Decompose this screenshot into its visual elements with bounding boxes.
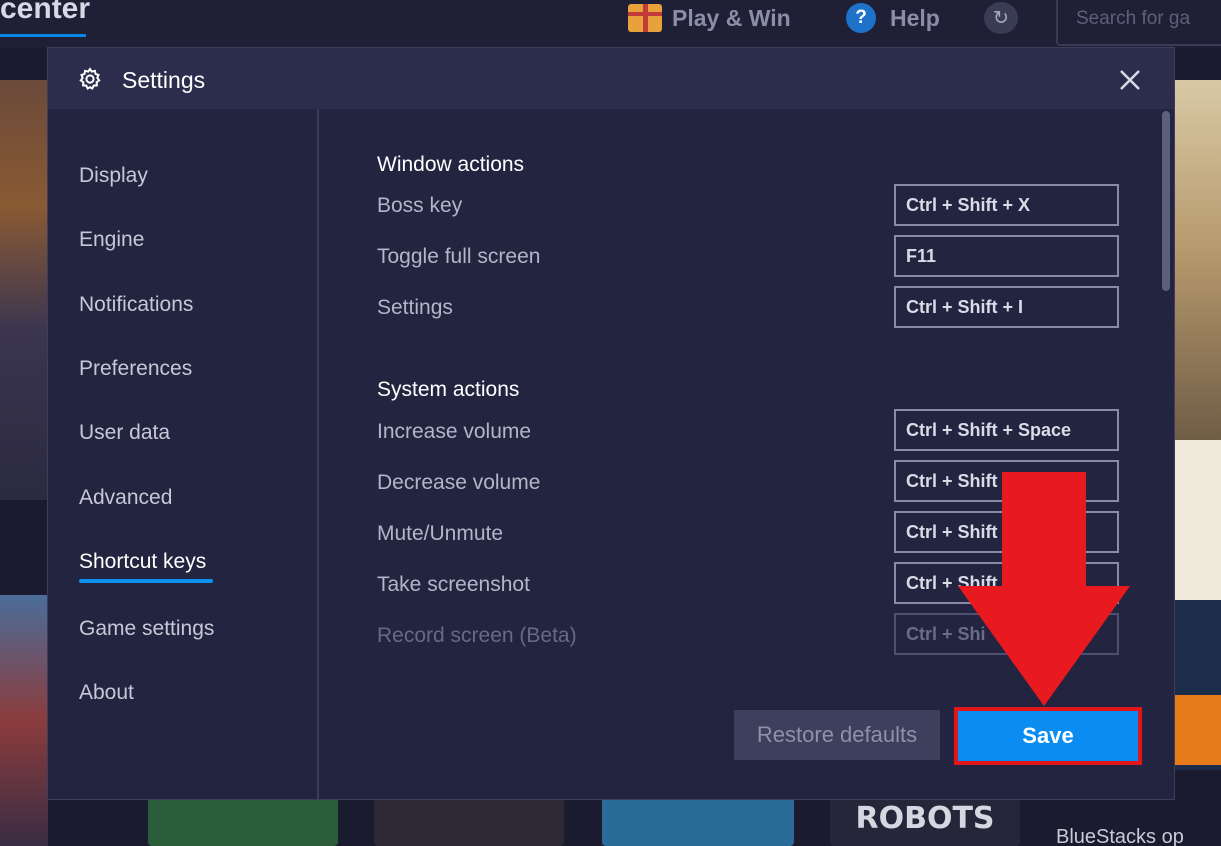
sidebar-item-advanced[interactable]: Advanced xyxy=(79,486,172,510)
top-badge-right xyxy=(1175,695,1221,765)
sidebar-item-user-data[interactable]: User data xyxy=(79,421,170,445)
shortcut-field-toggle-full-screen[interactable]: F11 xyxy=(894,235,1119,277)
gear-icon xyxy=(79,67,101,90)
shortcut-label-mute-unmute: Mute/Unmute xyxy=(377,522,504,545)
dialog-title: Settings xyxy=(122,67,206,93)
restore-defaults-button[interactable]: Restore defaults xyxy=(734,710,940,760)
game-banner-left-lower xyxy=(0,595,48,846)
scrollbar-thumb[interactable] xyxy=(1162,111,1170,291)
dialog-header: Settings xyxy=(48,48,1174,109)
sidebar-item-shortcut-keys[interactable]: Shortcut keys xyxy=(79,550,206,574)
shortcut-field-settings[interactable]: Ctrl + Shift + I xyxy=(894,286,1119,328)
gift-icon xyxy=(628,4,662,32)
game-banner-left xyxy=(0,80,48,500)
shortcut-label-take-screenshot: Take screenshot xyxy=(377,573,530,596)
game-banner-right xyxy=(1175,80,1221,500)
shortcut-label-increase-volume: Increase volume xyxy=(377,420,532,443)
promo-banner-right xyxy=(1175,440,1221,600)
brand-text: center xyxy=(0,0,91,25)
footer-promo-text: BlueStacks op xyxy=(1056,826,1184,846)
refresh-icon[interactable]: ↻ xyxy=(984,2,1018,34)
settings-sidebar: Display Engine Notifications Preferences… xyxy=(48,109,319,799)
help-label: Help xyxy=(890,4,940,31)
shortcut-label-decrease-volume: Decrease volume xyxy=(377,471,541,494)
shortcut-label-settings: Settings xyxy=(377,296,453,319)
sidebar-item-notifications[interactable]: Notifications xyxy=(79,293,193,317)
app-top-bar: center Play & Win ? Help ↻ Search for ga xyxy=(0,0,1221,48)
search-input[interactable]: Search for ga xyxy=(1056,0,1221,46)
brand-underline xyxy=(0,34,86,37)
sidebar-item-about[interactable]: About xyxy=(79,681,134,705)
play-win-label: Play & Win xyxy=(672,4,791,31)
sidebar-item-game-settings[interactable]: Game settings xyxy=(79,617,214,641)
annotation-arrow-down-icon xyxy=(958,472,1130,706)
section-title-window-actions: Window actions xyxy=(377,153,525,176)
active-tab-underline xyxy=(79,579,213,583)
save-button[interactable]: Save xyxy=(954,707,1142,765)
sidebar-item-preferences[interactable]: Preferences xyxy=(79,357,192,381)
shortcut-field-increase-volume[interactable]: Ctrl + Shift + Space xyxy=(894,409,1119,451)
play-win-link[interactable]: Play & Win xyxy=(628,3,791,33)
shortcut-label-boss-key: Boss key xyxy=(377,194,463,217)
shortcut-field-boss-key[interactable]: Ctrl + Shift + X xyxy=(894,184,1119,226)
shortcut-label-toggle-full-screen: Toggle full screen xyxy=(377,245,541,268)
help-icon: ? xyxy=(846,3,876,33)
help-link[interactable]: ? Help xyxy=(846,3,940,33)
shortcut-label-record-screen: Record screen (Beta) xyxy=(377,624,577,647)
game-tile-title: ROBOTS xyxy=(855,800,995,836)
sidebar-item-engine[interactable]: Engine xyxy=(79,228,144,252)
section-title-system-actions: System actions xyxy=(377,378,520,401)
close-icon[interactable] xyxy=(1116,66,1144,94)
sidebar-item-display[interactable]: Display xyxy=(79,164,148,188)
